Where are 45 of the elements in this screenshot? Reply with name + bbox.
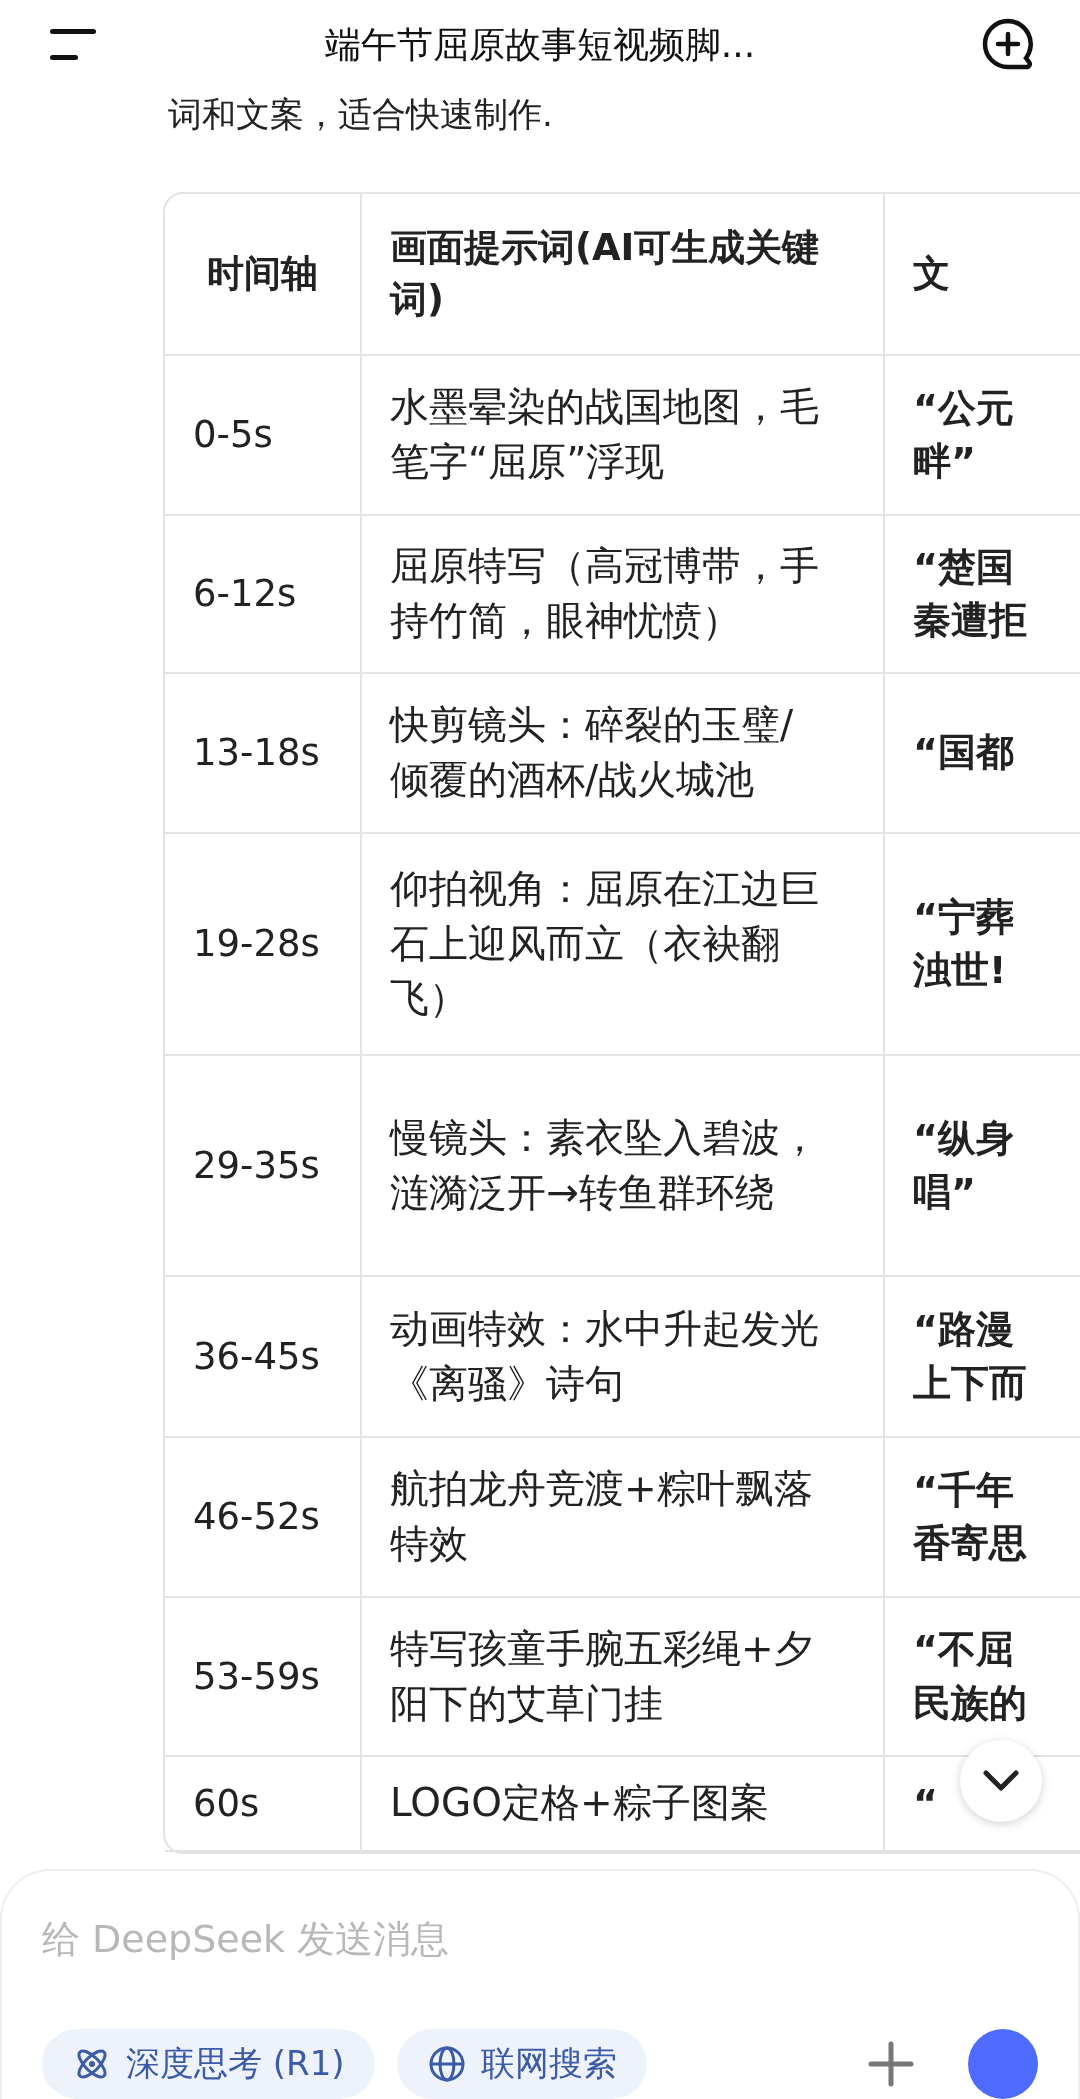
web-search-button[interactable]: 联网搜索: [396, 2029, 647, 2099]
copy-text: 浊世!: [913, 947, 1007, 994]
chat-title: 端午节屈原故事短视频脚...: [324, 22, 756, 67]
scroll-down-button[interactable]: [960, 1740, 1042, 1822]
plus-icon[interactable]: [866, 2039, 916, 2089]
prompt-cell: 快剪镜头：碎裂的玉璧/倾覆的酒杯/战火城池: [362, 674, 885, 834]
copy-text: “国都: [913, 729, 1014, 777]
time-cell: 60s: [165, 1757, 362, 1852]
copy-text: 畔”: [913, 438, 976, 485]
time-cell: 19-28s: [165, 834, 362, 1056]
copy-text: “千年: [913, 1466, 1014, 1514]
time-cell: 13-18s: [165, 674, 362, 834]
column-header: 文: [885, 194, 1080, 356]
column-header: 时间轴: [165, 194, 362, 356]
time-cell: 46-52s: [165, 1438, 362, 1598]
prompt-cell: 屈原特写（高冠博带，手持竹简，眼神忧愤）: [362, 516, 885, 674]
prompt-cell: 特写孩童手腕五彩绳+夕阳下的艾草门挂: [362, 1598, 885, 1757]
prompt-cell: 水墨晕染的战国地图，毛笔字“屈原”浮现: [362, 356, 885, 516]
deep-think-button[interactable]: 深度思考 (R1): [42, 2029, 375, 2099]
copy-text: “楚国: [913, 543, 1014, 591]
time-cell: 53-59s: [165, 1598, 362, 1757]
time-cell: 0-5s: [165, 356, 362, 516]
time-cell: 29-35s: [165, 1056, 362, 1277]
copy-text: 民族的: [913, 1679, 1027, 1727]
message-input[interactable]: 给 DeepSeek 发送消息: [42, 1911, 642, 1967]
prompt-cell: 动画特效：水中升起发光《离骚》诗句: [362, 1277, 885, 1438]
copy-text: “纵身: [913, 1115, 1014, 1163]
chevron-down-icon: [983, 1770, 1019, 1792]
copy-text: 秦遭拒: [913, 597, 1027, 644]
prompt-cell: 慢镜头：素衣坠入碧波，涟漪泛开→转鱼群环绕: [362, 1056, 885, 1277]
copy-text: 唱”: [913, 1168, 976, 1216]
prompt-cell: 仰拍视角：屈原在江边巨石上迎风而立（衣袂翻飞）: [362, 834, 885, 1056]
prompt-cell: LOGO定格+粽子图案: [362, 1757, 885, 1852]
prompt-cell: 航拍龙舟竞渡+粽叶飘落特效: [362, 1438, 885, 1598]
copy-text: “公元: [913, 384, 1014, 432]
column-header: 画面提示词(AI可生成关键词): [362, 194, 885, 356]
time-cell: 6-12s: [165, 516, 362, 674]
copy-text: “宁葬: [913, 893, 1014, 941]
copy-text: “路漫: [913, 1306, 1014, 1354]
copy-text: 上下而: [913, 1359, 1027, 1407]
copy-text: “不屈: [913, 1626, 1014, 1674]
copy-text: “: [913, 1779, 938, 1827]
copy-text: 香寄思: [913, 1520, 1027, 1567]
message-text: 词和文案，适合快速制作.: [167, 93, 554, 136]
time-cell: 36-45s: [165, 1277, 362, 1438]
